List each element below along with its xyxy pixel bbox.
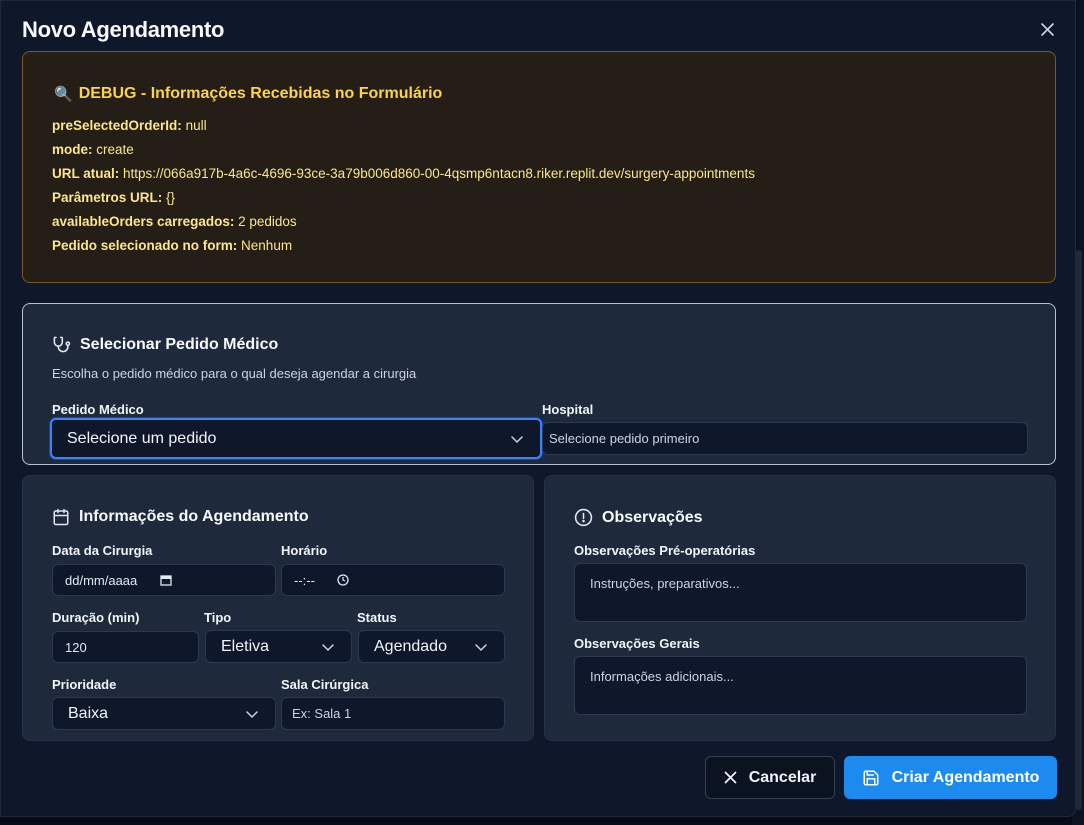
pre-op-notes-placeholder: Instruções, preparativos... [590,576,740,591]
debug-value: create [96,142,134,157]
debug-line: URL atual: https://066a917b-4a6c-4696-93… [52,165,755,189]
new-appointment-dialog: Novo Agendamento 🔍 DEBUG - Informações R… [0,0,1076,817]
type-select[interactable]: Eletiva [205,630,352,663]
debug-panel: 🔍 DEBUG - Informações Recebidas no Formu… [22,51,1056,283]
status-select-value: Agendado [374,637,447,655]
debug-value: null [185,118,207,133]
notes-card-title: Observações [574,508,703,527]
debug-line: Parâmetros URL: {} [52,189,755,213]
chevron-down-icon [511,435,523,443]
order-select[interactable]: Selecione um pedido [50,418,542,459]
scrollbar-thumb[interactable] [1076,250,1082,810]
date-label: Data da Cirurgia [52,543,153,558]
general-notes-textarea[interactable]: Informações adicionais... [574,656,1027,715]
create-appointment-button-label: Criar Agendamento [891,768,1040,786]
type-label: Tipo [204,610,232,625]
debug-title: 🔍 DEBUG - Informações Recebidas no Formu… [54,85,442,103]
debug-key: Pedido selecionado no form: [52,238,238,253]
status-label: Status [357,610,397,625]
debug-value: https://066a917b-4a6c-4696-93ce-3a79b006… [123,166,755,181]
chevron-down-icon [322,643,334,651]
priority-select[interactable]: Baixa [52,697,276,730]
debug-lines: preSelectedOrderId: null mode: create UR… [52,117,755,261]
debug-value: 2 pedidos [238,214,297,229]
priority-select-value: Baixa [68,704,109,722]
cancel-button[interactable]: Cancelar [705,756,835,799]
dialog-title: Novo Agendamento [22,17,225,42]
room-input-placeholder: Ex: Sala 1 [292,706,352,721]
hospital-label: Hospital [542,402,594,417]
debug-key: mode: [52,142,93,157]
order-label: Pedido Médico [52,402,144,417]
duration-input-value: 120 [65,639,87,655]
debug-key: Parâmetros URL: [52,190,163,205]
debug-key: URL atual: [52,166,120,181]
order-selection-card: Selecionar Pedido Médico Escolha o pedid… [22,303,1056,465]
debug-key: preSelectedOrderId: [52,118,182,133]
debug-key: availableOrders carregados: [52,214,235,229]
status-select[interactable]: Agendado [358,630,505,663]
date-input-value: dd/mm/aaaa [65,572,138,588]
debug-line: mode: create [52,141,755,165]
alert-circle-icon [574,508,593,527]
duration-input[interactable]: 120 [52,631,199,663]
order-card-title-text: Selecionar Pedido Médico [80,335,279,353]
close-icon [1040,22,1054,36]
magnifier-icon: 🔍 [54,86,73,103]
time-input[interactable]: --:-- [281,564,505,596]
pre-op-notes-textarea[interactable]: Instruções, preparativos... [574,563,1027,622]
debug-value: {} [166,190,176,205]
debug-value: Nenhum [241,238,293,253]
pre-op-notes-label: Observações Pré-operatórias [574,543,756,558]
notes-card-title-text: Observações [602,508,703,526]
general-notes-placeholder: Informações adicionais... [590,669,734,684]
create-appointment-button[interactable]: Criar Agendamento [844,756,1057,799]
duration-label: Duração (min) [52,610,140,625]
time-label: Horário [281,543,328,558]
order-card-title: Selecionar Pedido Médico [52,335,278,354]
close-button[interactable] [1037,19,1057,39]
room-label: Sala Cirúrgica [281,677,369,692]
notes-card: Observações Observações Pré-operatórias … [544,475,1056,741]
chevron-down-icon [246,710,258,718]
order-select-value: Selecione um pedido [67,429,217,447]
debug-line: availableOrders carregados: 2 pedidos [52,213,755,237]
save-icon [863,770,879,785]
hospital-field: Selecione pedido primeiro [542,422,1028,455]
close-icon [724,771,737,784]
schedule-card-title-text: Informações do Agendamento [79,508,309,525]
clock-icon[interactable] [337,574,349,586]
calendar-picker-icon[interactable] [160,574,172,586]
debug-line: Pedido selecionado no form: Nenhum [52,237,755,261]
chevron-down-icon [475,643,487,651]
debug-line: preSelectedOrderId: null [52,117,755,141]
cancel-button-label: Cancelar [748,768,817,786]
debug-title-text: DEBUG - Informações Recebidas no Formulá… [78,85,443,102]
time-input-value: --:-- [294,572,315,588]
stethoscope-icon [53,336,71,353]
priority-label: Prioridade [52,677,117,692]
hospital-field-value: Selecione pedido primeiro [549,431,700,446]
type-select-value: Eletiva [221,637,270,655]
general-notes-label: Observações Gerais [574,636,700,651]
schedule-card-title: Informações do Agendamento [52,508,309,526]
surgery-date-input[interactable]: dd/mm/aaaa [52,564,276,596]
schedule-info-card: Informações do Agendamento Data da Cirur… [22,475,534,741]
order-card-description: Escolha o pedido médico para o qual dese… [52,366,417,381]
calendar-icon [53,508,69,526]
room-input[interactable]: Ex: Sala 1 [281,697,505,730]
